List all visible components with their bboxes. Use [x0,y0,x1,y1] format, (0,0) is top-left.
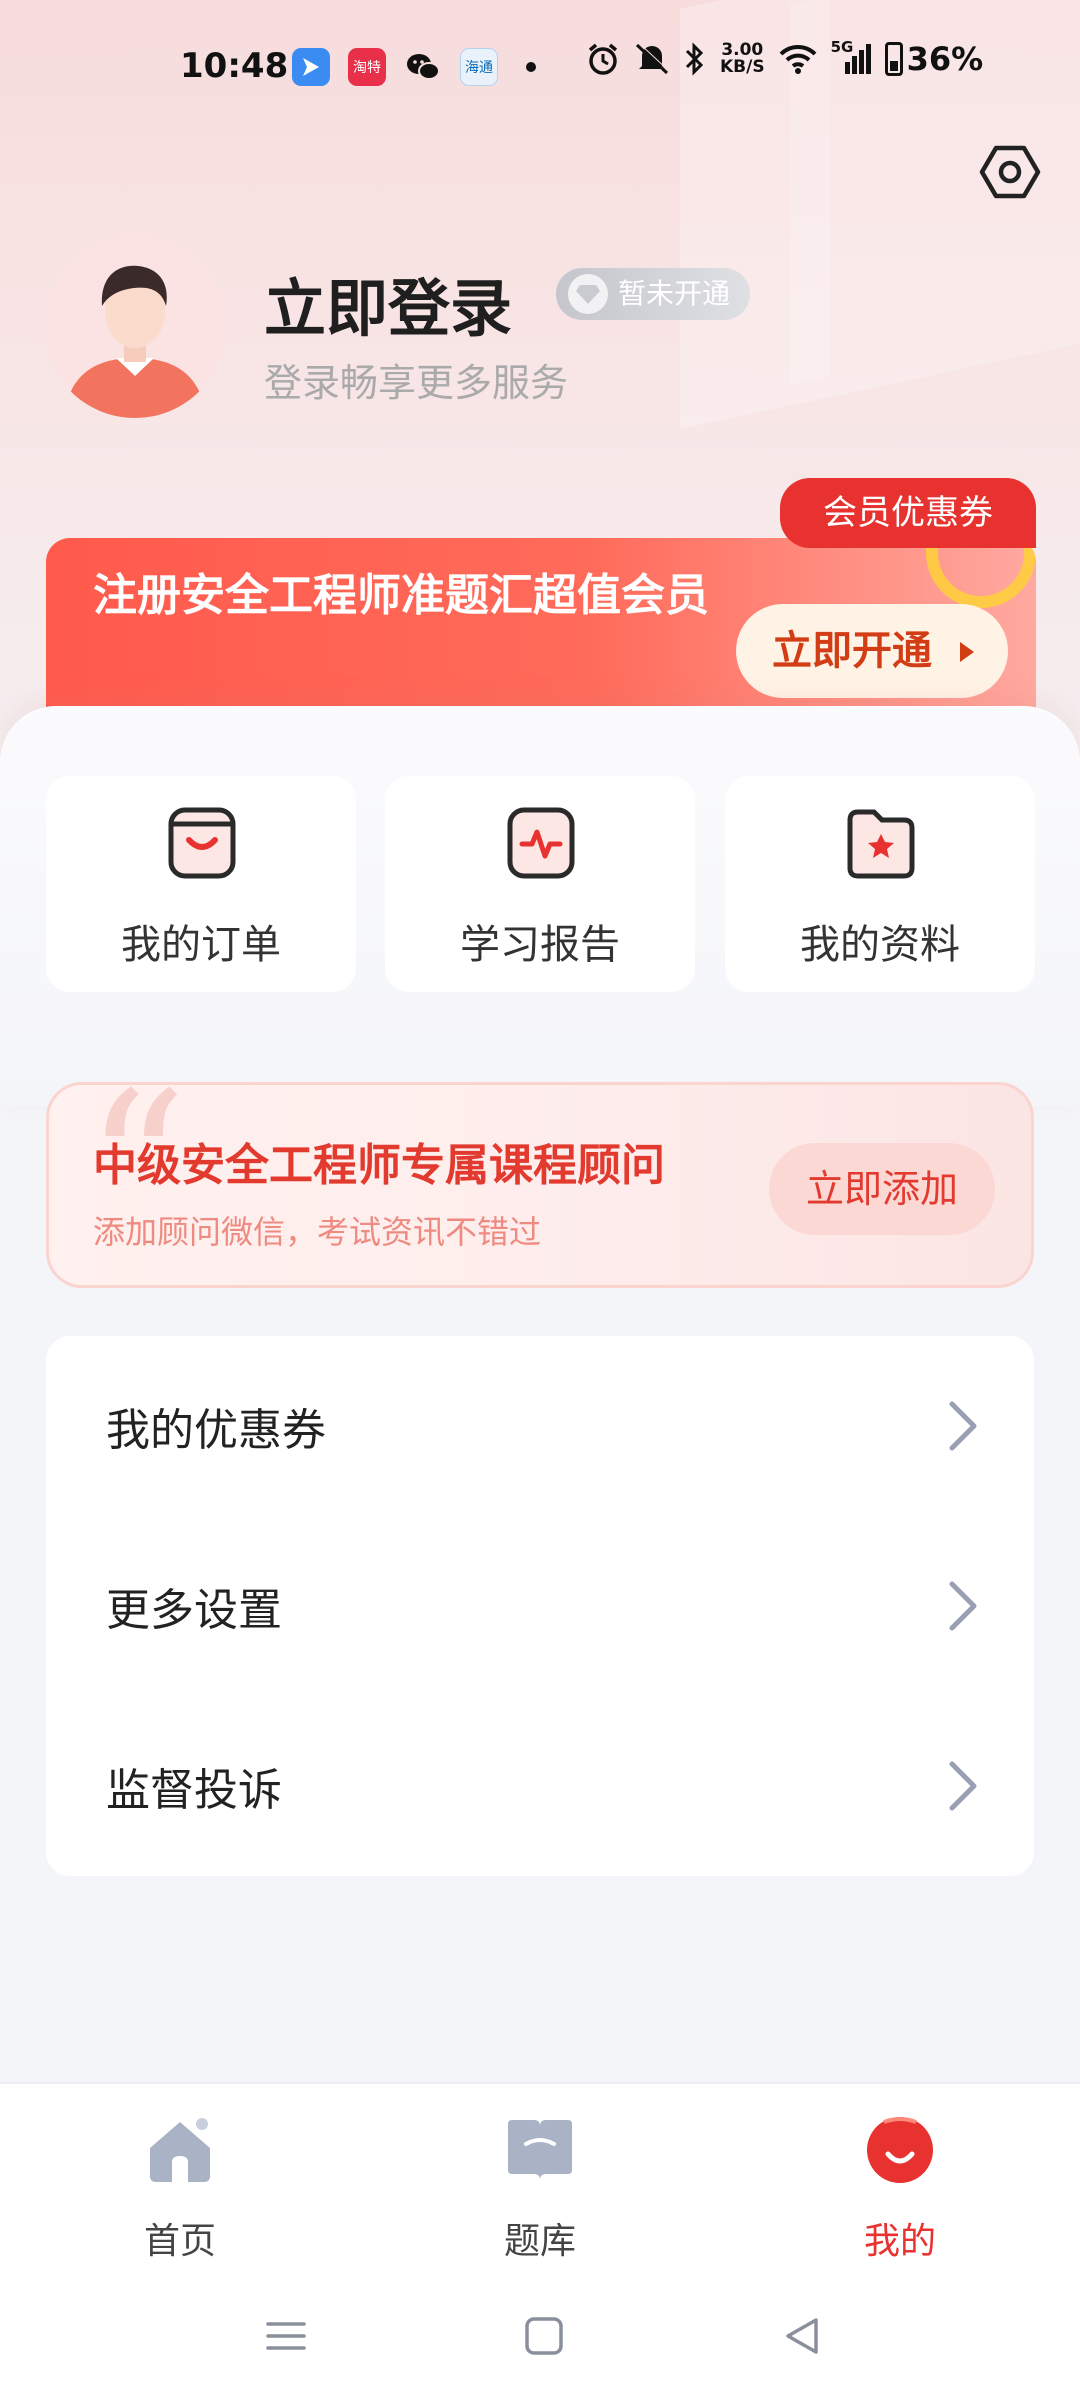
bottom-navigation: 首页 题库 我的 [0,2082,1080,2272]
back-icon[interactable] [778,2312,826,2360]
default-avatar-icon [64,265,206,418]
my-orders-card[interactable]: 我的订单 [46,776,356,992]
tab-home[interactable]: 首页 [80,2114,280,2264]
quick-actions-panel: 我的订单 学习报告 我的资料 [0,706,1080,1106]
book-icon [508,2120,572,2180]
home-square-icon[interactable] [520,2312,568,2360]
tab-mine[interactable]: 我的 [800,2114,1000,2264]
chevron-right-icon [949,1401,977,1451]
settings-button[interactable] [978,140,1042,204]
my-orders-label: 我的订单 [121,922,281,968]
tab-mine-label: 我的 [863,2221,936,2262]
login-subtitle: 登录畅享更多服务 [264,361,569,405]
login-title[interactable]: 立即登录 [264,258,512,348]
system-navigation-bar [0,2272,1080,2400]
menu-item-more-settings[interactable]: 更多设置 [46,1516,1034,1696]
folder-star-icon [847,809,915,879]
wifi-icon [779,44,817,74]
tab-question-bank[interactable]: 题库 [440,2114,640,2264]
menu-icon[interactable] [262,2312,310,2360]
taote-618-icon: 淘特 [348,48,386,86]
member-banner[interactable]: 注册安全工程师准题汇超值会员 立即开通 [46,538,1036,708]
vip-status-badge: 暂未开通 [556,268,751,320]
notification-icons: 淘特 海通 [292,48,536,86]
decor-ring [926,538,1036,608]
tab-home-label: 首页 [143,2221,216,2262]
report-pulse-icon [507,807,575,879]
menu-item-label: 更多设置 [106,1585,282,1636]
study-report-card[interactable]: 学习报告 [385,776,695,992]
status-bar: 10:48 淘特 海通 3.00 KB/S 5G 36% [0,0,1080,140]
battery-status: 36% [884,40,984,78]
vip-status-text: 暂未开通 [618,277,731,310]
system-status: 3.00 KB/S 5G 36% [586,38,984,78]
open-membership-label: 立即开通 [772,628,932,674]
chevron-right-icon [949,1581,977,1631]
bluetooth-icon [685,42,704,76]
study-report-label: 学习报告 [460,922,620,968]
consultant-title: 中级安全工程师专属课程顾问 [93,1140,665,1191]
order-bag-icon [168,807,236,879]
menu-item-label: 我的优惠券 [106,1405,326,1456]
my-materials-card[interactable]: 我的资料 [725,776,1035,992]
wechat-icon [404,48,442,86]
diamond-icon [568,274,608,314]
status-time: 10:48 [180,46,289,86]
member-banner-title: 注册安全工程师准题汇超值会员 [93,570,709,621]
cellular-signal-icon: 5G [831,38,871,76]
consultant-banner[interactable]: “ 中级安全工程师专属课程顾问 添加顾问微信，考试资讯不错过 立即添加 [46,1082,1034,1288]
avatar[interactable] [44,236,226,418]
chevron-right-icon [949,1761,977,1811]
battery-icon [884,42,903,76]
battery-level: 36% [906,40,984,78]
consultant-subtitle: 添加顾问微信，考试资讯不错过 [93,1213,542,1251]
add-consultant-button[interactable]: 立即添加 [769,1143,995,1235]
play-arrow-icon [960,642,974,662]
network-speed: 3.00 KB/S [720,40,765,77]
mute-icon [635,42,670,75]
settings-menu: 我的优惠券 更多设置 监督投诉 [46,1336,1034,1876]
menu-item-coupons[interactable]: 我的优惠券 [46,1336,1034,1516]
menu-item-label: 监督投诉 [106,1765,282,1816]
profile-icon [867,2117,933,2183]
open-membership-button[interactable]: 立即开通 [736,604,1008,698]
haitong-app-icon: 海通 [460,48,498,86]
home-icon [150,2118,210,2182]
more-notifications-dot [526,62,536,72]
bird-app-icon [292,48,330,86]
tab-question-bank-label: 题库 [503,2221,576,2262]
settings-hex-icon [979,145,1041,199]
alarm-icon [588,43,618,75]
my-materials-label: 我的资料 [800,922,960,968]
member-coupon-tag[interactable]: 会员优惠券 [780,478,1036,548]
menu-item-complaints[interactable]: 监督投诉 [46,1696,1034,1876]
